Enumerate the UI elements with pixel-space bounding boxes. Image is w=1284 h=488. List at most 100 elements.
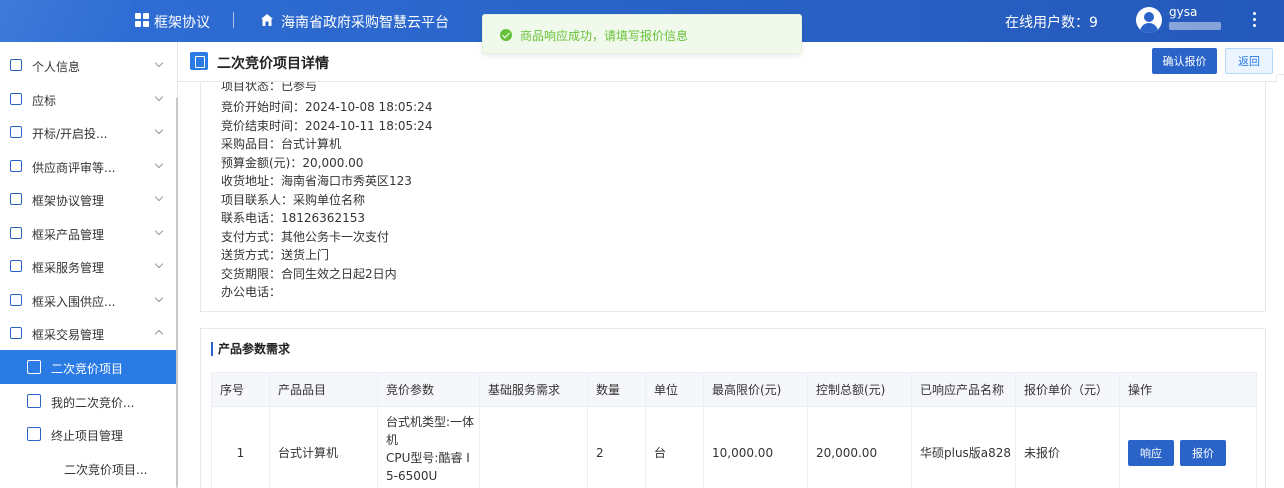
- cell-actions: 响应 报价: [1119, 406, 1257, 488]
- chevron-down-icon: [154, 259, 164, 269]
- grid-icon[interactable]: [135, 13, 149, 27]
- open-bid-icon: [10, 126, 22, 138]
- info-payment: 支付方式：其他公务卡一次支付: [221, 230, 390, 244]
- sidebar-item-label: 框采交易管理: [32, 328, 105, 342]
- check-circle-icon: [500, 29, 512, 41]
- quote-button[interactable]: 报价: [1180, 439, 1226, 466]
- cell-no: 1: [211, 406, 270, 488]
- project-info-card: 项目状态：已参与 竞价开始时间：2024-10-08 18:05:24 竞价结束…: [200, 82, 1266, 312]
- document-icon: [10, 93, 22, 105]
- sidebar-item-label: 我的二次竞价...: [51, 396, 135, 410]
- info-address: 收货地址：海南省海口市秀英区123: [221, 174, 412, 188]
- info-phone: 联系电话：18126362153: [221, 211, 365, 225]
- back-button[interactable]: 返回: [1225, 48, 1273, 74]
- cell-unit: 台: [645, 406, 704, 488]
- column-header: 操作: [1119, 372, 1257, 407]
- product-requirements-card: 产品参数需求 序号 产品品目 竞价参数 基础服务需求 数量 单位 最高限价(元)…: [200, 328, 1266, 488]
- cell-category: 台式计算机: [269, 406, 378, 488]
- toast-message: 商品响应成功，请填写报价信息: [520, 29, 689, 43]
- success-toast: 商品响应成功，请填写报价信息: [482, 14, 802, 54]
- info-category: 采购品目：台式计算机: [221, 137, 342, 151]
- sidebar-item-label: 框架协议管理: [32, 194, 105, 208]
- table-header-row: 序号 产品品目 竞价参数 基础服务需求 数量 单位 最高限价(元) 控制总额(元…: [211, 372, 1257, 407]
- sidebar-subitem-terminate[interactable]: 终止项目管理: [0, 417, 176, 451]
- chevron-down-icon: [154, 125, 164, 135]
- chevron-down-icon: [154, 192, 164, 202]
- sidebar: 个人信息 应标 开标/开启投... 供应商评审等... 框架协议管理 框采产品管…: [0, 42, 178, 488]
- sidebar-item-label: 个人信息: [32, 60, 81, 74]
- review-icon: [10, 160, 22, 172]
- sidebar-item-label: 开标/开启投...: [32, 127, 108, 141]
- column-header: 已响应产品名称: [911, 372, 1016, 407]
- sidebar-item-supplier[interactable]: 框采入围供应...: [0, 283, 176, 317]
- my-bid-icon: [27, 394, 41, 408]
- sidebar-item-bid[interactable]: 应标: [0, 82, 176, 116]
- sidebar-item-label: 框采入围供应...: [32, 295, 116, 309]
- top-bar-decoration: [0, 0, 130, 42]
- sidebar-subitem-my-bid[interactable]: 我的二次竞价...: [0, 384, 176, 418]
- sidebar-item-label: 二次竞价项目...: [64, 463, 148, 477]
- param-line: 机: [386, 433, 399, 447]
- cell-service: [479, 406, 588, 488]
- column-header: 竞价参数: [377, 372, 480, 407]
- more-vertical-icon[interactable]: [1252, 12, 1258, 30]
- info-bid-end: 竞价结束时间：2024-10-11 18:05:24: [221, 119, 433, 133]
- sidebar-item-label: 框采服务管理: [32, 261, 105, 275]
- chevron-down-icon: [154, 293, 164, 303]
- respond-button[interactable]: 响应: [1128, 439, 1174, 466]
- column-header: 产品品目: [269, 372, 378, 407]
- username[interactable]: gysa: [1169, 5, 1197, 19]
- info-office-phone: 办公电话：: [221, 285, 282, 299]
- chevron-down-icon: [154, 159, 164, 169]
- column-header: 数量: [587, 372, 646, 407]
- cell-total: 20,000.00: [807, 406, 912, 488]
- info-delivery-deadline: 交货期限：合同生效之日起2日内: [221, 267, 397, 281]
- info-bid-start: 竞价开始时间：2024-10-08 18:05:24: [221, 100, 433, 114]
- online-users-count: 在线用户数：9: [1005, 15, 1098, 31]
- sidebar-item-open-bid[interactable]: 开标/开启投...: [0, 115, 176, 149]
- sidebar-item-supplier-review[interactable]: 供应商评审等...: [0, 149, 176, 183]
- cell-quote-price: 未报价: [1015, 406, 1120, 488]
- platform-title[interactable]: 海南省政府采购智慧云平台: [281, 12, 449, 32]
- sidebar-item-label: 二次竞价项目: [51, 362, 124, 376]
- cell-qty: 2: [587, 406, 646, 488]
- param-line: CPU型号:酷睿 I: [386, 451, 470, 465]
- info-budget: 预算金额(元)：20,000.00: [221, 156, 364, 170]
- column-header: 控制总额(元): [807, 372, 912, 407]
- column-header: 最高限价(元): [703, 372, 808, 407]
- page-title: 二次竞价项目详情: [217, 56, 329, 72]
- product-table: 序号 产品品目 竞价参数 基础服务需求 数量 单位 最高限价(元) 控制总额(元…: [211, 372, 1257, 488]
- home-icon[interactable]: [260, 13, 274, 27]
- cell-max-price: 10,000.00: [703, 406, 808, 488]
- user-card-icon: [10, 59, 22, 71]
- info-delivery-method: 送货方式：送货上门: [221, 248, 330, 262]
- param-line: 台式机类型:一体: [386, 415, 475, 429]
- sidebar-item-service[interactable]: 框采服务管理: [0, 249, 176, 283]
- document-icon: [190, 52, 208, 70]
- sidebar-item-personal-info[interactable]: 个人信息: [0, 48, 176, 82]
- column-header: 单位: [645, 372, 704, 407]
- sidebar-subitem-secondary-bid[interactable]: 二次竞价项目: [0, 350, 176, 384]
- system-title[interactable]: 框架协议: [154, 12, 210, 32]
- info-contact: 项目联系人：采购单位名称: [221, 193, 366, 207]
- main-content: 项目状态：已参与 竞价开始时间：2024-10-08 18:05:24 竞价结束…: [178, 82, 1284, 488]
- sidebar-item-trade[interactable]: 框采交易管理: [0, 316, 176, 350]
- section-title: 产品参数需求: [211, 342, 290, 356]
- divider: [233, 12, 234, 28]
- sidebar-item-label: 终止项目管理: [51, 429, 124, 443]
- cell-responded-product: 华硕plus版a828: [911, 406, 1016, 488]
- avatar[interactable]: [1136, 7, 1162, 33]
- sidebar-item-product[interactable]: 框采产品管理: [0, 216, 176, 250]
- user-org-masked: [1169, 22, 1221, 30]
- column-header: 序号: [211, 372, 270, 407]
- sidebar-item-label: 框采产品管理: [32, 228, 105, 242]
- agreement-icon: [10, 193, 22, 205]
- chevron-down-icon: [154, 58, 164, 68]
- sidebar-item-agreement[interactable]: 框架协议管理: [0, 182, 176, 216]
- product-icon: [10, 227, 22, 239]
- sidebar-subitem-bid-project[interactable]: 二次竞价项目...: [0, 451, 176, 485]
- sidebar-item-label: 供应商评审等...: [32, 161, 116, 175]
- chevron-down-icon: [154, 226, 164, 236]
- confirm-quote-button[interactable]: 确认报价: [1152, 48, 1217, 74]
- column-header: 报价单价（元）: [1015, 372, 1120, 407]
